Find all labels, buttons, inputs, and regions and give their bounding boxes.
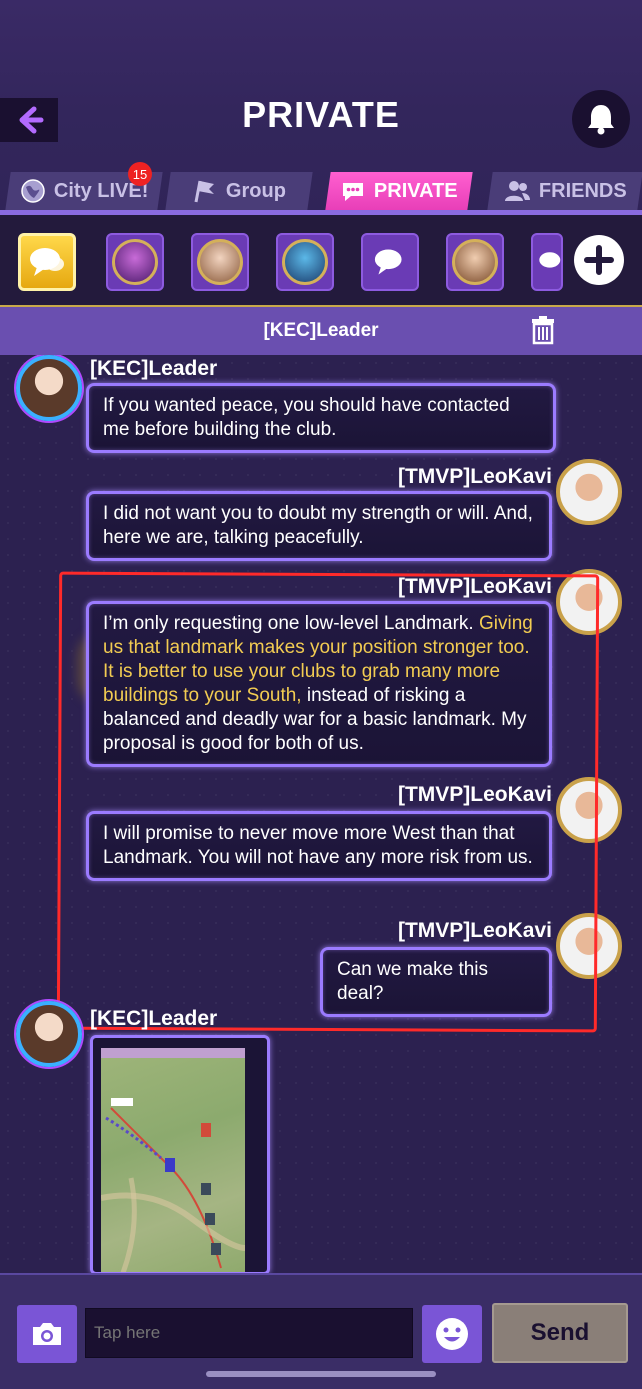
tab-label: Group (226, 179, 286, 202)
trash-icon (532, 316, 554, 345)
unread-badge: 15 (128, 162, 152, 186)
avatar (282, 239, 328, 285)
chat-bubbles-icon (374, 249, 402, 275)
header: PRIVATE (0, 80, 642, 155)
message-input[interactable] (85, 1308, 413, 1358)
message-text: I did not want you to doubt my strength … (103, 503, 533, 548)
sender-avatar[interactable] (16, 355, 82, 421)
tab-group[interactable]: Group (165, 172, 313, 210)
conversation-title: [KEC]Leader (263, 320, 379, 341)
tab-bar: City LIVE! 15 Group PRIVATE FRIENDS (0, 162, 642, 214)
flag-icon (194, 180, 214, 203)
map-routes (100, 1048, 246, 1272)
composer: Send (0, 1273, 642, 1389)
tab-private[interactable]: PRIVATE (325, 172, 473, 210)
conversation-item-avatar[interactable] (276, 233, 334, 291)
globe-icon (21, 179, 45, 203)
friends-icon (505, 181, 531, 201)
tab-label: PRIVATE (374, 179, 458, 202)
message-text: If you wanted peace, you should have con… (103, 395, 510, 440)
conversation-item-avatar[interactable] (191, 233, 249, 291)
avatar (452, 239, 498, 285)
plus-icon (584, 245, 614, 275)
message-bubble: I did not want you to doubt my strength … (86, 491, 552, 561)
image-message[interactable] (90, 1035, 270, 1273)
avatar (112, 239, 158, 285)
message-bubble: If you wanted peace, you should have con… (86, 383, 556, 453)
map-screenshot (100, 1048, 246, 1272)
sender-name: [KEC]Leader (90, 357, 218, 380)
conversation-item-chat[interactable] (361, 233, 419, 291)
notifications-button[interactable] (572, 90, 630, 148)
tab-label: FRIENDS (539, 179, 627, 202)
chat-screen: PRIVATE City LIVE! 15 Group PRIVATE FRIE… (0, 0, 642, 1389)
chat-bubble-icon (343, 183, 364, 201)
delete-conversation-button[interactable] (530, 315, 556, 351)
emoji-button[interactable] (422, 1305, 482, 1363)
chat-bubbles-icon (30, 248, 64, 276)
chat-bubbles-icon (539, 252, 561, 268)
camera-button[interactable] (17, 1305, 77, 1363)
sender-avatar[interactable] (16, 1001, 82, 1067)
sender-name: [KEC]Leader (90, 1007, 218, 1030)
annotation-outline (56, 571, 600, 1033)
new-conversation-button[interactable] (574, 235, 624, 285)
smiley-icon (436, 1318, 468, 1350)
message-list[interactable]: [KEC]Leader If you wanted peace, you sho… (0, 355, 642, 1273)
conversation-item-chat[interactable] (531, 233, 563, 291)
tab-friends[interactable]: FRIENDS (487, 172, 642, 210)
sender-name: [TMVP]LeoKavi (397, 465, 552, 488)
send-button[interactable]: Send (492, 1303, 628, 1363)
conversation-strip (0, 215, 642, 307)
bell-icon (588, 105, 614, 135)
conversation-header: [KEC]Leader (0, 307, 642, 355)
conversation-item-avatar[interactable] (446, 233, 504, 291)
conversation-item-avatar[interactable] (106, 233, 164, 291)
home-indicator (206, 1371, 436, 1377)
camera-icon (33, 1323, 61, 1345)
avatar (197, 239, 243, 285)
page-title: PRIVATE (242, 94, 400, 135)
sender-avatar[interactable] (556, 459, 622, 525)
conversation-item-selected[interactable] (18, 233, 76, 291)
